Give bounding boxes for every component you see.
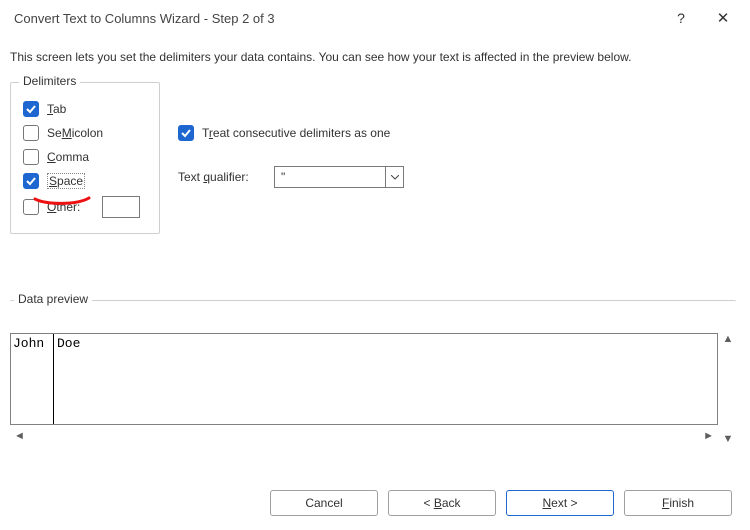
delimiter-other-row[interactable]: Other: bbox=[23, 195, 149, 219]
checkbox-semicolon[interactable] bbox=[23, 125, 39, 141]
checkbox-tab[interactable] bbox=[23, 101, 39, 117]
scroll-left-icon: ◄ bbox=[14, 430, 25, 442]
checkbox-consecutive[interactable] bbox=[178, 125, 194, 141]
preview-vertical-scrollbar[interactable]: ▲ ▼ bbox=[720, 333, 736, 445]
help-button[interactable]: ? bbox=[660, 3, 702, 33]
dialog-description: This screen lets you set the delimiters … bbox=[0, 36, 750, 82]
help-icon: ? bbox=[677, 10, 685, 26]
delimiters-group: Delimiters Tab SeMicolon Comma Space bbox=[10, 82, 160, 234]
checkbox-space-label: Space bbox=[47, 173, 85, 189]
data-preview-legend: Data preview bbox=[14, 292, 92, 306]
checkbox-other-label: Other: bbox=[47, 200, 80, 214]
delimiter-comma-row[interactable]: Comma bbox=[23, 145, 149, 169]
title-bar: Convert Text to Columns Wizard - Step 2 … bbox=[0, 0, 750, 36]
text-qualifier-label: Text qualifier: bbox=[178, 170, 274, 184]
text-qualifier-combo[interactable]: " bbox=[274, 166, 404, 188]
cancel-button[interactable]: Cancel bbox=[270, 490, 378, 516]
text-qualifier-row: Text qualifier: " bbox=[178, 166, 404, 188]
scroll-down-icon: ▼ bbox=[723, 433, 734, 445]
delimiter-tab-row[interactable]: Tab bbox=[23, 97, 149, 121]
delimiters-legend: Delimiters bbox=[19, 74, 80, 88]
next-button[interactable]: Next > bbox=[506, 490, 614, 516]
checkbox-consecutive-label: Treat consecutive delimiters as one bbox=[202, 126, 390, 140]
other-delimiter-input[interactable] bbox=[102, 196, 140, 218]
dialog-footer: Cancel < Back Next > Finish bbox=[270, 490, 732, 516]
delimiter-semicolon-row[interactable]: SeMicolon bbox=[23, 121, 149, 145]
dialog-title: Convert Text to Columns Wizard - Step 2 … bbox=[14, 11, 660, 26]
delimiter-options: Treat consecutive delimiters as one Text… bbox=[178, 122, 404, 188]
delimiter-space-row[interactable]: Space bbox=[23, 169, 149, 193]
back-button[interactable]: < Back bbox=[388, 490, 496, 516]
scroll-up-icon: ▲ bbox=[723, 333, 734, 345]
data-preview-area: John Doe ▲ ▼ ◄ ► bbox=[10, 333, 736, 445]
data-preview-grid[interactable]: John Doe bbox=[10, 333, 718, 425]
data-preview-group: Data preview John Doe ▲ ▼ ◄ ► bbox=[10, 300, 736, 445]
checkbox-tab-label: Tab bbox=[47, 102, 66, 116]
checkbox-semicolon-label: SeMicolon bbox=[47, 126, 103, 140]
column-separator bbox=[53, 334, 54, 424]
checkbox-space[interactable] bbox=[23, 173, 39, 189]
scroll-right-icon: ► bbox=[703, 430, 714, 442]
checkbox-comma-label: Comma bbox=[47, 150, 89, 164]
preview-horizontal-scrollbar[interactable]: ◄ ► bbox=[10, 427, 718, 445]
chevron-down-icon bbox=[385, 167, 403, 187]
close-icon: ✕ bbox=[717, 9, 730, 27]
text-qualifier-value: " bbox=[275, 170, 385, 184]
checkbox-other[interactable] bbox=[23, 199, 39, 215]
preview-cell: Doe bbox=[57, 336, 80, 351]
checkbox-comma[interactable] bbox=[23, 149, 39, 165]
consecutive-row[interactable]: Treat consecutive delimiters as one bbox=[178, 122, 404, 144]
finish-button[interactable]: Finish bbox=[624, 490, 732, 516]
preview-cell: John bbox=[13, 336, 44, 351]
close-button[interactable]: ✕ bbox=[702, 3, 744, 33]
